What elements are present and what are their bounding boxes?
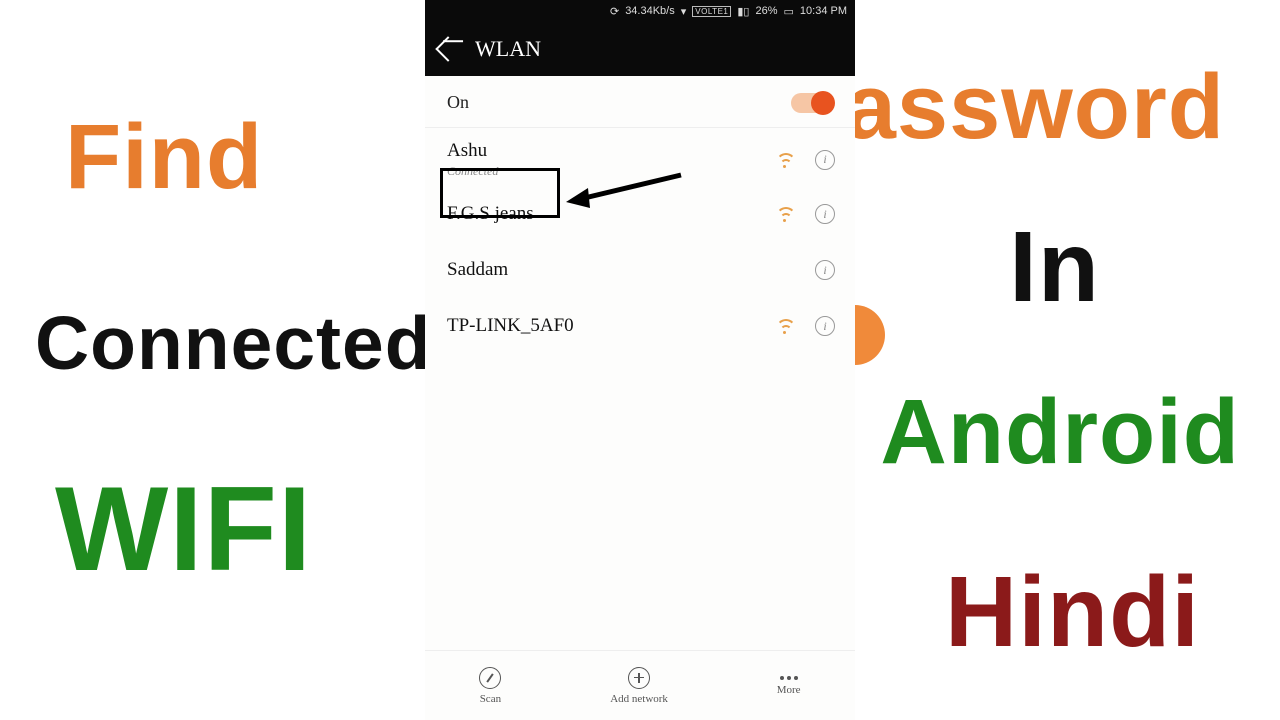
- more-dots-icon: [780, 676, 798, 680]
- scan-label: Scan: [480, 693, 501, 705]
- wlan-toggle-row[interactable]: On: [425, 76, 855, 128]
- phone-mockup: ⟳ 34.34Kb/s ▾ VOLTE1 ▮▯ 26% ▭ 10:34 PM W…: [425, 0, 855, 720]
- more-button[interactable]: More: [777, 676, 801, 696]
- network-name: Ashu: [447, 140, 775, 162]
- add-network-label: Add network: [610, 693, 668, 705]
- wifi-signal-icon: [775, 205, 793, 223]
- status-time: 10:34 PM: [800, 5, 847, 17]
- overlay-word-hindi: Hindi: [945, 555, 1200, 670]
- network-item[interactable]: Saddam i: [425, 237, 855, 303]
- overlay-word-connected: Connected: [35, 300, 432, 386]
- status-battery-icon: ▭: [784, 5, 794, 18]
- info-icon[interactable]: i: [815, 260, 835, 280]
- status-net-speed: 34.34Kb/s: [625, 5, 675, 17]
- scan-button[interactable]: Scan: [479, 667, 501, 705]
- highlight-box: [440, 168, 560, 218]
- overlay-word-find: Find: [65, 105, 263, 210]
- status-battery-pct: 26%: [755, 5, 777, 17]
- status-bar: ⟳ 34.34Kb/s ▾ VOLTE1 ▮▯ 26% ▭ 10:34 PM: [425, 0, 855, 22]
- wlan-toggle-label: On: [447, 92, 469, 113]
- status-wifi-icon: ▾: [681, 5, 687, 18]
- info-icon[interactable]: i: [815, 316, 835, 336]
- overlay-word-android: Android: [880, 380, 1240, 485]
- status-signal-icon: ▮▯: [737, 5, 749, 18]
- more-label: More: [777, 684, 801, 696]
- info-icon[interactable]: i: [815, 150, 835, 170]
- network-item[interactable]: TP-LINK_5AF0 i: [425, 303, 855, 349]
- wifi-signal-icon: [775, 317, 793, 335]
- wlan-toggle-switch[interactable]: [791, 93, 833, 113]
- add-network-button[interactable]: Add network: [610, 667, 668, 705]
- overlay-word-in: In: [1009, 210, 1100, 325]
- wifi-signal-icon: [775, 151, 793, 169]
- app-bar: WLAN: [425, 22, 855, 76]
- compass-icon: [479, 667, 501, 689]
- network-name: TP-LINK_5AF0: [447, 315, 775, 337]
- status-sync-icon: ⟳: [610, 5, 619, 18]
- page-title: WLAN: [475, 36, 541, 62]
- plus-icon: [628, 667, 650, 689]
- network-name: Saddam: [447, 259, 775, 281]
- overlay-word-wifi: WIFI: [55, 460, 312, 598]
- back-icon[interactable]: [435, 36, 460, 61]
- decoration-half-circle: [855, 305, 885, 365]
- annotation-arrow: [566, 170, 686, 210]
- bottom-nav: Scan Add network More: [425, 650, 855, 720]
- info-icon[interactable]: i: [815, 204, 835, 224]
- status-volte-badge: VOLTE1: [692, 6, 731, 17]
